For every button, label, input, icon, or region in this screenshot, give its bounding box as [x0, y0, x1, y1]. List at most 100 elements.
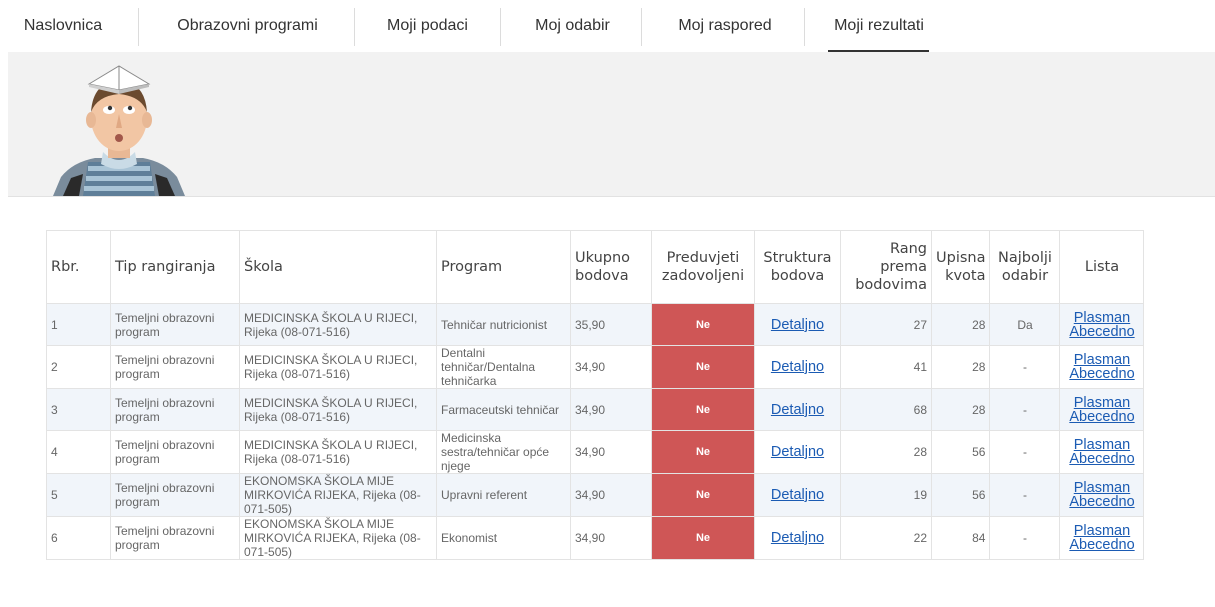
cell-lista: Plasman Abecedno	[1059, 516, 1145, 560]
cell-skola: EKONOMSKA ŠKOLA MIJE MIRKOVIĆA RIJEKA, R…	[239, 473, 437, 517]
abecedno-link[interactable]: Abecedno	[1069, 494, 1134, 510]
cell-kvota: 28	[930, 303, 991, 346]
abecedno-link[interactable]: Abecedno	[1069, 537, 1134, 553]
header-skola: Škola	[239, 230, 437, 304]
header-banner	[8, 52, 1215, 197]
cell-tip: Temeljni obrazovni program	[110, 303, 240, 346]
nav-moj-raspored[interactable]: Moj raspored	[655, 0, 795, 52]
cell-program: Upravni referent	[436, 473, 571, 517]
cell-lista: Plasman Abecedno	[1059, 430, 1145, 474]
cell-preduvjeti: Ne	[651, 516, 755, 560]
results-table-container: Rbr. Tip rangiranja Škola Program Ukupno…	[46, 230, 1145, 560]
nav-obrazovni-programi[interactable]: Obrazovni programi	[160, 0, 335, 52]
detaljno-link[interactable]: Detaljno	[771, 444, 824, 460]
header-rbr: Rbr.	[46, 230, 111, 304]
abecedno-link[interactable]: Abecedno	[1069, 324, 1134, 340]
table-row: 3 Temeljni obrazovni program MEDICINSKA …	[46, 388, 1145, 431]
cell-program: Medicinska sestra/tehničar opće njege	[436, 430, 571, 474]
cell-program: Dentalni tehničar/Dentalna tehničarka	[436, 345, 571, 389]
cell-skola: MEDICINSKA ŠKOLA U RIJECI, Rijeka (08-07…	[239, 430, 437, 474]
cell-ukupno: 34,90	[570, 516, 652, 560]
cell-preduvjeti: Ne	[651, 345, 755, 389]
cell-struktura: Detaljno	[754, 430, 841, 474]
header-najbolji-odabir: Najbolji odabir	[989, 230, 1061, 304]
cell-kvota: 28	[930, 345, 991, 389]
cell-rang: 28	[840, 430, 932, 474]
cell-najbolji: -	[989, 516, 1061, 560]
abecedno-link[interactable]: Abecedno	[1069, 409, 1134, 425]
cell-tip: Temeljni obrazovni program	[110, 345, 240, 389]
cell-rbr: 5	[46, 473, 111, 517]
detaljno-link[interactable]: Detaljno	[771, 359, 824, 375]
nav-separator	[804, 8, 805, 46]
cell-preduvjeti: Ne	[651, 303, 755, 346]
nav-separator	[138, 8, 139, 46]
cell-struktura: Detaljno	[754, 345, 841, 389]
table-row: 5 Temeljni obrazovni program EKONOMSKA Š…	[46, 473, 1145, 517]
detaljno-link[interactable]: Detaljno	[771, 402, 824, 418]
cell-rang: 22	[840, 516, 932, 560]
cell-rang: 41	[840, 345, 932, 389]
cell-najbolji: -	[989, 345, 1061, 389]
cell-ukupno: 34,90	[570, 388, 652, 431]
abecedno-link[interactable]: Abecedno	[1069, 366, 1134, 382]
cell-ukupno: 34,90	[570, 473, 652, 517]
header-preduvjeti: Preduvjeti zadovoljeni	[651, 230, 755, 304]
cell-rbr: 1	[46, 303, 111, 346]
nav-separator	[500, 8, 501, 46]
cell-program: Farmaceutski tehničar	[436, 388, 571, 431]
nav-naslovnica[interactable]: Naslovnica	[8, 0, 118, 52]
cell-lista: Plasman Abecedno	[1059, 303, 1145, 346]
cell-struktura: Detaljno	[754, 303, 841, 346]
cell-tip: Temeljni obrazovni program	[110, 388, 240, 431]
detaljno-link[interactable]: Detaljno	[771, 487, 824, 503]
results-table: Rbr. Tip rangiranja Škola Program Ukupno…	[46, 230, 1145, 560]
cell-preduvjeti: Ne	[651, 430, 755, 474]
cell-rbr: 6	[46, 516, 111, 560]
cell-lista: Plasman Abecedno	[1059, 473, 1145, 517]
cell-kvota: 56	[930, 430, 991, 474]
table-header-row: Rbr. Tip rangiranja Škola Program Ukupno…	[46, 230, 1145, 304]
header-tip-rangiranja: Tip rangiranja	[110, 230, 240, 304]
detaljno-link[interactable]: Detaljno	[771, 530, 824, 546]
header-ukupno-bodova: Ukupno bodova	[570, 230, 652, 304]
header-struktura-bodova: Struktura bodova	[754, 230, 841, 304]
nav-separator	[354, 8, 355, 46]
cell-struktura: Detaljno	[754, 388, 841, 431]
header-lista: Lista	[1059, 230, 1145, 304]
cell-rang: 68	[840, 388, 932, 431]
cell-kvota: 28	[930, 388, 991, 431]
cell-kvota: 56	[930, 473, 991, 517]
cell-ukupno: 35,90	[570, 303, 652, 346]
cell-skola: MEDICINSKA ŠKOLA U RIJECI, Rijeka (08-07…	[239, 388, 437, 431]
header-program: Program	[436, 230, 571, 304]
nav-moj-odabir[interactable]: Moj odabir	[515, 0, 630, 52]
header-rang: Rang prema bodovima	[840, 230, 932, 304]
nav-moji-rezultati[interactable]: Moji rezultati	[818, 0, 940, 52]
cell-tip: Temeljni obrazovni program	[110, 473, 240, 517]
table-row: 6 Temeljni obrazovni program EKONOMSKA Š…	[46, 516, 1145, 560]
cell-najbolji: -	[989, 388, 1061, 431]
table-row: 4 Temeljni obrazovni program MEDICINSKA …	[46, 430, 1145, 474]
cell-skola: EKONOMSKA ŠKOLA MIJE MIRKOVIĆA RIJEKA, R…	[239, 516, 437, 560]
nav-separator	[641, 8, 642, 46]
cell-program: Tehničar nutricionist	[436, 303, 571, 346]
nav-moji-podaci[interactable]: Moji podaci	[370, 0, 485, 52]
cell-ukupno: 34,90	[570, 430, 652, 474]
detaljno-link[interactable]: Detaljno	[771, 317, 824, 333]
cell-lista: Plasman Abecedno	[1059, 345, 1145, 389]
cell-tip: Temeljni obrazovni program	[110, 430, 240, 474]
cell-program: Ekonomist	[436, 516, 571, 560]
abecedno-link[interactable]: Abecedno	[1069, 451, 1134, 467]
cell-skola: MEDICINSKA ŠKOLA U RIJECI, Rijeka (08-07…	[239, 303, 437, 346]
cell-rang: 19	[840, 473, 932, 517]
cell-najbolji: -	[989, 430, 1061, 474]
cell-rbr: 2	[46, 345, 111, 389]
cell-preduvjeti: Ne	[651, 473, 755, 517]
cell-kvota: 84	[930, 516, 991, 560]
cell-lista: Plasman Abecedno	[1059, 388, 1145, 431]
top-navigation: Naslovnica Obrazovni programi Moji podac…	[0, 0, 1215, 63]
cell-rang: 27	[840, 303, 932, 346]
cell-preduvjeti: Ne	[651, 388, 755, 431]
header-upisna-kvota: Upisna kvota	[930, 230, 991, 304]
